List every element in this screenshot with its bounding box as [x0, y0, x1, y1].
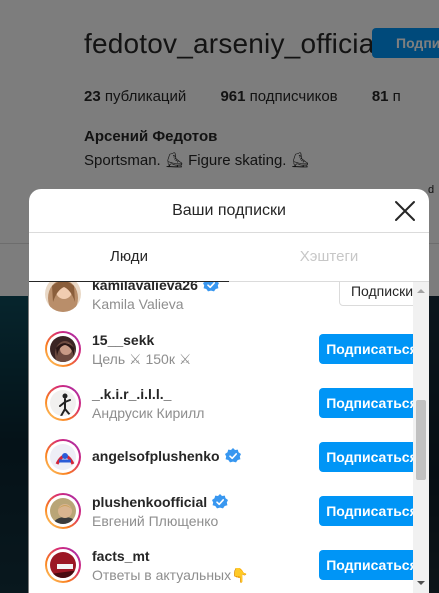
account-username[interactable]: kamilavalieva26 — [92, 282, 198, 293]
account-name: Ответы в актуальных👇 — [92, 567, 249, 583]
account-username[interactable]: facts_mt — [92, 548, 150, 564]
list-item: facts_mt Ответы в актуальных👇 Подписатьс… — [29, 547, 413, 593]
verified-badge-icon — [224, 448, 241, 463]
account-name: Цель ⚔ 150к ⚔ — [92, 351, 192, 367]
modal-title: Ваши подписки — [172, 202, 286, 219]
list-item: angelsofplushenko Подписаться — [29, 439, 413, 493]
list-item: kamilavalieva26 Kamila Valieva Подписки — [29, 282, 413, 330]
account-username[interactable]: plushenkoofficial — [92, 494, 207, 510]
list-item: _.k.i.r_.i.l.l._ Андрусик Кирилл Подписа… — [29, 385, 413, 439]
avatar[interactable] — [45, 547, 81, 583]
avatar[interactable] — [45, 385, 81, 421]
list-item: plushenkoofficial Евгений Плющенко Подпи… — [29, 493, 413, 547]
modal-tabs: Люди Хэштеги — [29, 233, 429, 282]
follow-button[interactable]: Подписаться — [319, 550, 413, 580]
avatar[interactable] — [45, 282, 81, 312]
following-modal: Ваши подписки Люди Хэштеги kamilavalieva… — [29, 189, 429, 593]
follow-button[interactable]: Подписаться — [319, 442, 413, 472]
list-item: 15__sekk Цель ⚔ 150к ⚔ Подписаться — [29, 331, 413, 385]
account-name: Евгений Плющенко — [92, 513, 219, 529]
avatar[interactable] — [45, 439, 81, 475]
verified-badge-icon — [202, 282, 219, 292]
account-username[interactable]: _.k.i.r_.i.l.l._ — [92, 386, 171, 402]
account-name: Андрусик Кирилл — [92, 405, 205, 421]
close-icon[interactable] — [393, 199, 417, 223]
tab-hashtags[interactable]: Хэштеги — [229, 233, 429, 281]
following-list: kamilavalieva26 Kamila Valieva Подписки … — [29, 282, 413, 593]
account-name: Kamila Valieva — [92, 296, 184, 312]
account-username[interactable]: 15__sekk — [92, 332, 154, 348]
list-scrollbar[interactable] — [413, 282, 429, 593]
tab-people[interactable]: Люди — [29, 233, 229, 282]
following-button[interactable]: Подписки — [339, 282, 413, 306]
follow-button[interactable]: Подписаться — [319, 388, 413, 418]
scroll-up-arrow-icon[interactable] — [416, 286, 426, 296]
account-username[interactable]: angelsofplushenko — [92, 448, 220, 464]
avatar[interactable] — [45, 331, 81, 367]
follow-button[interactable]: Подписаться — [319, 334, 413, 364]
modal-header: Ваши подписки — [29, 189, 429, 233]
verified-badge-icon — [212, 494, 229, 509]
follow-button[interactable]: Подписаться — [319, 496, 413, 526]
scrollbar-thumb[interactable] — [416, 400, 426, 480]
avatar[interactable] — [45, 493, 81, 529]
scroll-down-arrow-icon[interactable] — [416, 578, 426, 588]
